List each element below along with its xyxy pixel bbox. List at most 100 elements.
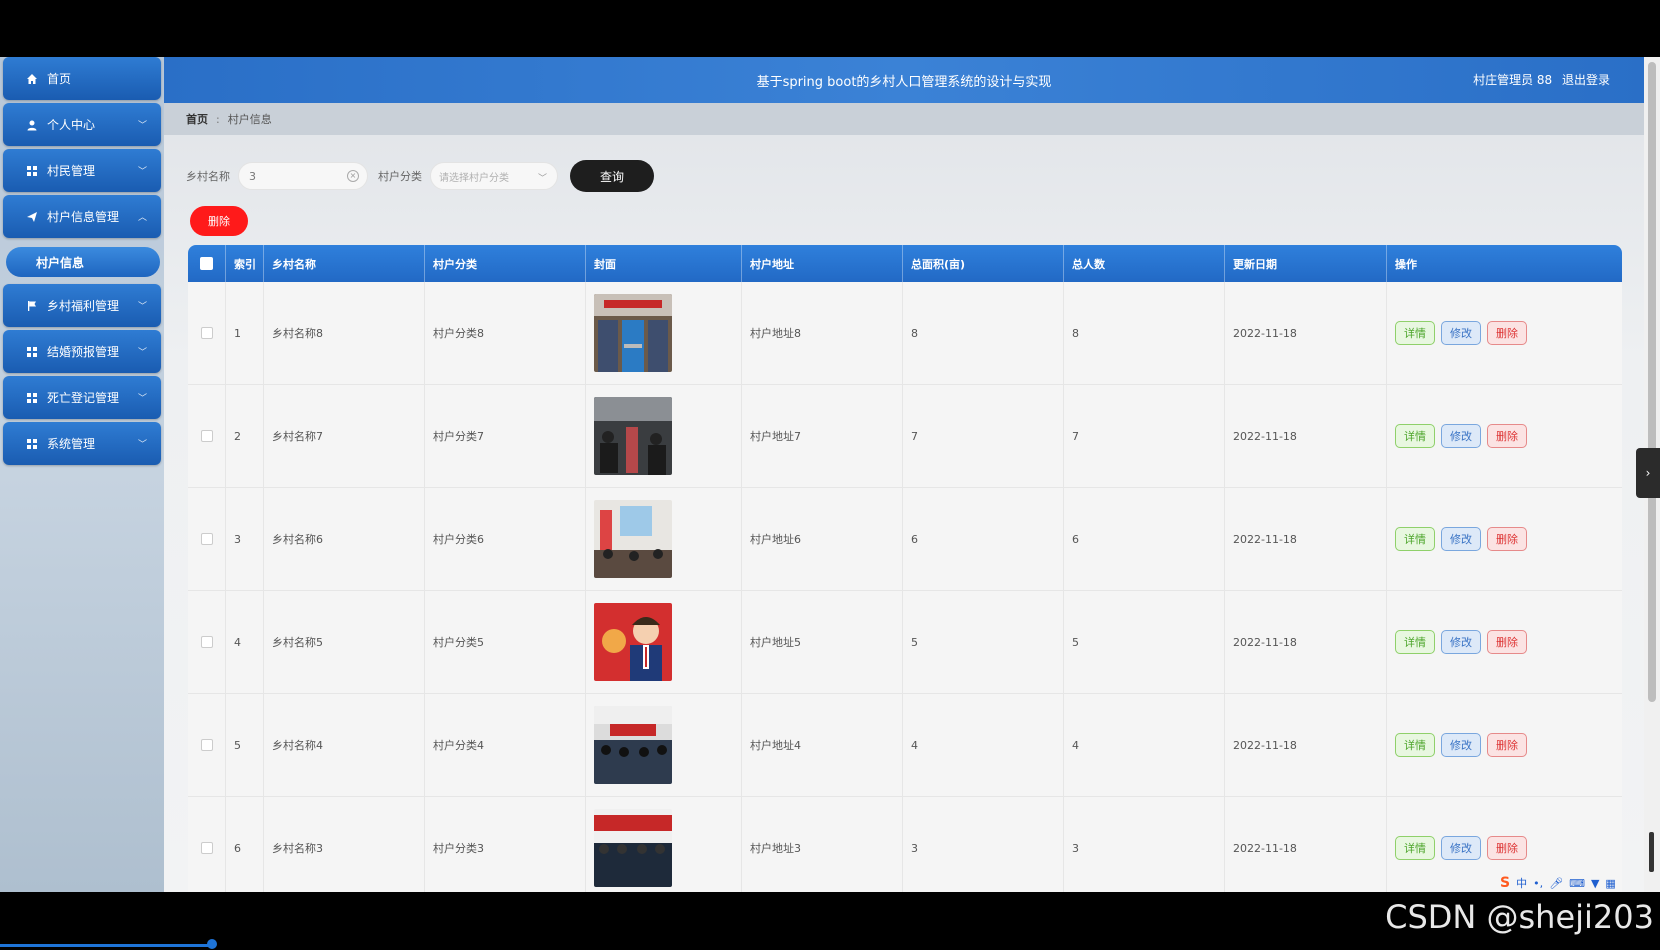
batch-delete-button[interactable]: 删除 — [190, 206, 248, 236]
column-header: 乡村名称 — [264, 245, 425, 282]
row-checkbox[interactable] — [188, 385, 226, 487]
village-name-input[interactable]: 3 × — [238, 162, 368, 190]
search-bar: 乡村名称 3 × 村户分类 请选择村户分类 ﹀ 查询 — [186, 160, 654, 192]
keyboard-icon[interactable]: ⌨︎ — [1569, 877, 1585, 890]
apps-icon[interactable]: ▦ — [1605, 877, 1615, 890]
detail-button[interactable]: 详情 — [1395, 836, 1435, 860]
home-icon — [25, 72, 39, 86]
sidebar-item-system-management[interactable]: 系统管理 ﹀ — [3, 422, 161, 465]
table-row: 3 乡村名称6 村户分类6 村户地址6 6 6 2022-11-18 详情 修改… — [188, 488, 1622, 591]
table-row: 1 乡村名称8 村户分类8 村户地址8 8 8 2022-11-18 详情 修改… — [188, 282, 1622, 385]
sidebar-item-home[interactable]: 首页 — [3, 57, 161, 100]
edit-button[interactable]: 修改 — [1441, 321, 1481, 345]
cell-address: 村户地址6 — [742, 488, 903, 590]
edit-button[interactable]: 修改 — [1441, 836, 1481, 860]
column-header: 总人数 — [1064, 245, 1225, 282]
table-header: 索引 乡村名称 村户分类 封面 村户地址 总面积(亩) 总人数 更新日期 操作 — [188, 245, 1622, 282]
cell-date: 2022-11-18 — [1225, 385, 1387, 487]
sidebar-item-welfare-management[interactable]: 乡村福利管理 ﹀ — [3, 284, 161, 327]
sidebar-item-death-registration[interactable]: 死亡登记管理 ﹀ — [3, 376, 161, 419]
sidebar-item-villager-management[interactable]: 村民管理 ﹀ — [3, 149, 161, 192]
cell-area: 7 — [903, 385, 1064, 487]
delete-button[interactable]: 删除 — [1487, 630, 1527, 654]
sidebar-item-label: 村户信息管理 — [47, 210, 120, 224]
chevron-down-icon: ﹀ — [137, 302, 147, 312]
ime-language[interactable]: 中 — [1516, 875, 1527, 891]
video-progress-handle[interactable] — [207, 939, 217, 949]
cover-image[interactable] — [594, 706, 672, 784]
household-category-select[interactable]: 请选择村户分类 ﹀ — [430, 162, 558, 190]
chevron-down-icon: ﹀ — [137, 121, 147, 131]
cover-image[interactable] — [594, 500, 672, 578]
detail-button[interactable]: 详情 — [1395, 424, 1435, 448]
column-header: 村户分类 — [425, 245, 586, 282]
cell-date: 2022-11-18 — [1225, 282, 1387, 384]
edit-button[interactable]: 修改 — [1441, 424, 1481, 448]
cell-village-name: 乡村名称8 — [264, 282, 425, 384]
cell-people: 8 — [1064, 282, 1225, 384]
chevron-down-icon: ﹀ — [137, 348, 147, 358]
cell-category: 村户分类3 — [425, 797, 586, 892]
cell-index: 4 — [226, 591, 264, 693]
row-checkbox[interactable] — [188, 797, 226, 892]
cover-image[interactable] — [594, 809, 672, 887]
cell-date: 2022-11-18 — [1225, 488, 1387, 590]
delete-button[interactable]: 删除 — [1487, 527, 1527, 551]
edit-button[interactable]: 修改 — [1441, 630, 1481, 654]
cell-village-name: 乡村名称4 — [264, 694, 425, 796]
cell-area: 8 — [903, 282, 1064, 384]
cover-image[interactable] — [594, 397, 672, 475]
column-header: 封面 — [586, 245, 742, 282]
sidebar-item-personal-center[interactable]: 个人中心 ﹀ — [3, 103, 161, 146]
sidebar-item-label: 首页 — [47, 72, 72, 86]
cell-village-name: 乡村名称3 — [264, 797, 425, 892]
edit-button[interactable]: 修改 — [1441, 527, 1481, 551]
row-checkbox[interactable] — [188, 282, 226, 384]
detail-button[interactable]: 详情 — [1395, 630, 1435, 654]
cell-date: 2022-11-18 — [1225, 694, 1387, 796]
top-header: 基于spring boot的乡村人口管理系统的设计与实现 村庄管理员 88 退出… — [164, 57, 1644, 103]
scrollbar-thumb[interactable] — [1649, 832, 1654, 872]
row-checkbox[interactable] — [188, 694, 226, 796]
sidebar-item-label: 村民管理 — [47, 164, 96, 178]
detail-button[interactable]: 详情 — [1395, 321, 1435, 345]
ime-punctuation[interactable]: •, — [1533, 877, 1543, 890]
cover-image[interactable] — [594, 603, 672, 681]
scrollbar-thumb[interactable] — [1648, 62, 1656, 702]
cell-index: 5 — [226, 694, 264, 796]
clear-icon[interactable]: × — [347, 170, 359, 182]
chevron-right-icon[interactable]: › — [1636, 448, 1660, 498]
row-checkbox[interactable] — [188, 488, 226, 590]
edit-button[interactable]: 修改 — [1441, 733, 1481, 757]
cell-category: 村户分类7 — [425, 385, 586, 487]
row-checkbox[interactable] — [188, 591, 226, 693]
sidebar-subitem-household-info[interactable]: 村户信息 — [6, 247, 160, 277]
query-button[interactable]: 查询 — [570, 160, 654, 192]
column-header: 操作 — [1395, 257, 1417, 271]
table-row: 4 乡村名称5 村户分类5 村户地址5 5 5 2022-11-18 详情 修改… — [188, 591, 1622, 694]
cell-address: 村户地址8 — [742, 282, 903, 384]
sidebar-item-label: 系统管理 — [47, 437, 96, 451]
cell-category: 村户分类6 — [425, 488, 586, 590]
cell-people: 3 — [1064, 797, 1225, 892]
cell-area: 5 — [903, 591, 1064, 693]
select-all-checkbox[interactable] — [188, 245, 226, 282]
sidebar-item-household-management[interactable]: 村户信息管理 ︿ — [3, 195, 161, 238]
cover-image[interactable] — [594, 294, 672, 372]
delete-button[interactable]: 删除 — [1487, 836, 1527, 860]
delete-button[interactable]: 删除 — [1487, 733, 1527, 757]
sidebar-item-marriage-management[interactable]: 结婚预报管理 ﹀ — [3, 330, 161, 373]
video-progress-bar[interactable] — [0, 944, 210, 947]
detail-button[interactable]: 详情 — [1395, 527, 1435, 551]
user-icon — [25, 118, 39, 132]
column-header: 总面积(亩) — [903, 245, 1064, 282]
shirt-icon[interactable]: ▼ — [1591, 877, 1599, 890]
ime-toolbar[interactable]: S 中 •, 🎤︎ ⌨︎ ▼ ▦ — [1500, 874, 1616, 892]
logout-link[interactable]: 退出登录 — [1562, 73, 1610, 87]
breadcrumb-home[interactable]: 首页 — [186, 111, 208, 127]
microphone-icon[interactable]: 🎤︎ — [1549, 877, 1563, 890]
delete-button[interactable]: 删除 — [1487, 424, 1527, 448]
detail-button[interactable]: 详情 — [1395, 733, 1435, 757]
chevron-down-icon: ﹀ — [537, 174, 547, 184]
delete-button[interactable]: 删除 — [1487, 321, 1527, 345]
